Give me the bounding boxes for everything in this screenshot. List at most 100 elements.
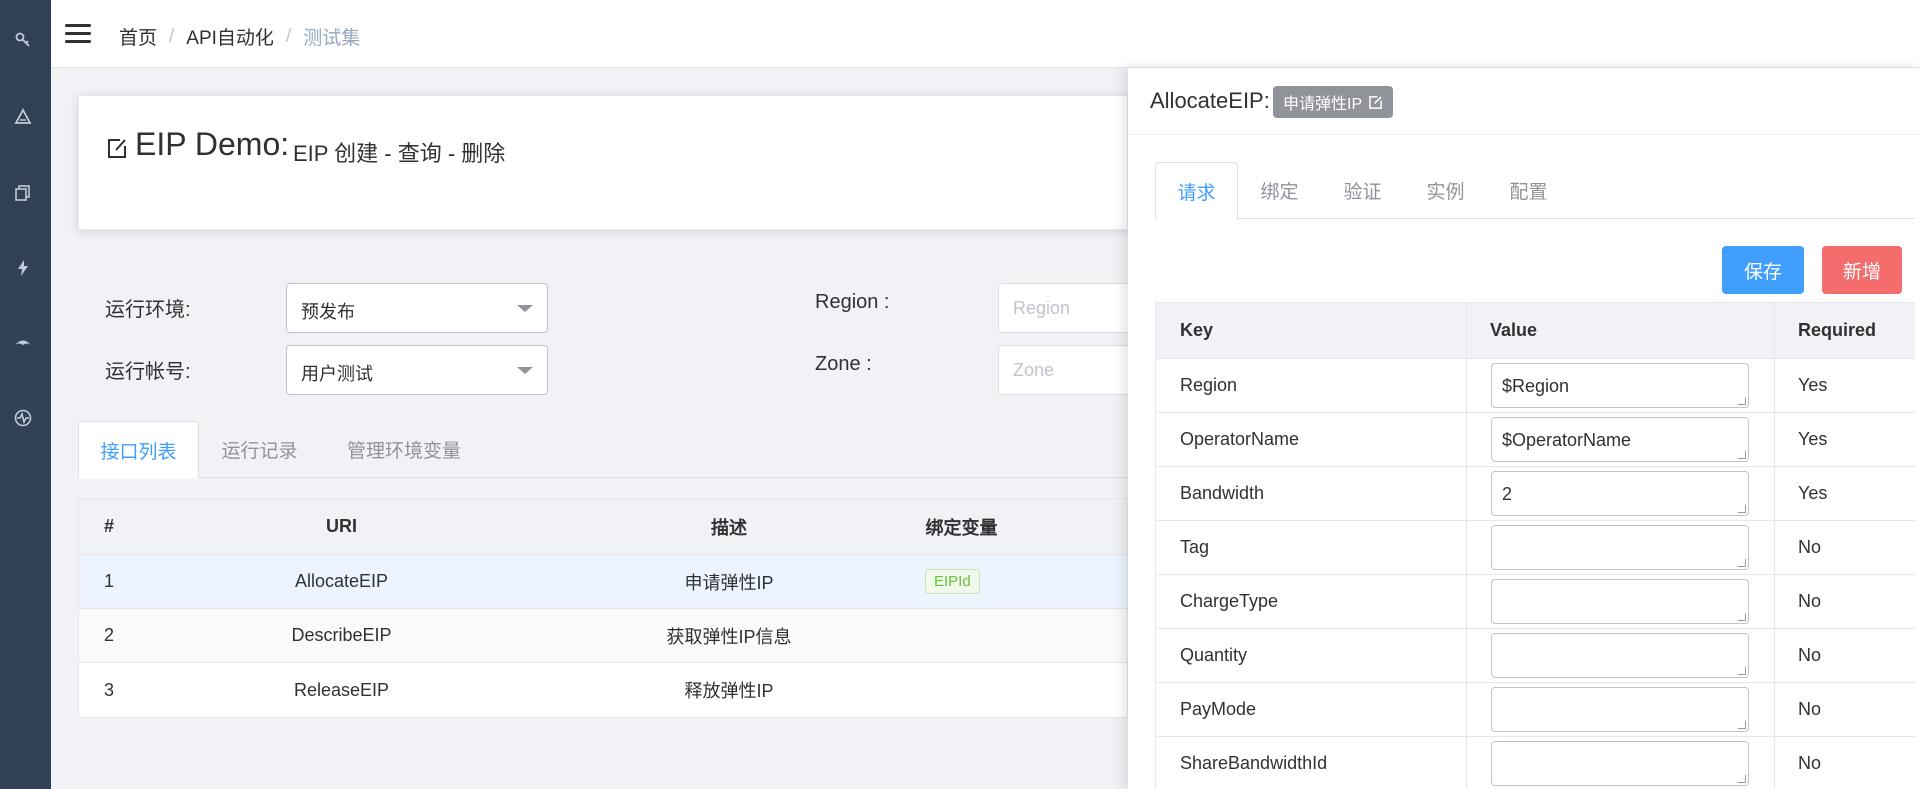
drawer-badge[interactable]: 申请弹性IP <box>1273 86 1394 118</box>
tab-run-records[interactable]: 运行记录 <box>199 421 320 478</box>
lightning-icon[interactable] <box>13 258 33 278</box>
row-uri: DescribeEIP <box>291 625 392 645</box>
row-desc: 申请弹性IP <box>684 572 774 593</box>
env-label: 运行环境: <box>105 299 191 321</box>
column-header-var: 绑定变量 <box>925 517 998 538</box>
param-value-input[interactable] <box>1491 741 1749 786</box>
tab-validation[interactable]: 验证 <box>1321 162 1404 219</box>
param-value-input[interactable] <box>1491 579 1749 624</box>
chevron-down-icon <box>517 305 533 312</box>
column-header-value: Value <box>1490 320 1538 340</box>
breadcrumb-separator: / <box>169 25 175 47</box>
table-row[interactable]: 1 AllocateEIP 申请弹性IP EIPId <box>79 555 1127 609</box>
account-select[interactable]: 用户测试 <box>286 345 548 395</box>
breadcrumb-separator: / <box>285 25 292 47</box>
var-tag: EIPId <box>925 569 980 594</box>
param-key: PayMode <box>1180 699 1257 719</box>
zone-label: Zone : <box>815 353 872 375</box>
param-value: 2 <box>1502 484 1513 504</box>
key-icon[interactable] <box>13 30 33 50</box>
param-value-input[interactable]: 2 <box>1491 471 1749 516</box>
drawer-divider <box>1128 134 1920 135</box>
tab-instance[interactable]: 实例 <box>1404 162 1487 219</box>
drawer-badge-label: 申请弹性IP <box>1283 96 1363 113</box>
param-row: ShareBandwidthId No <box>1156 737 1915 789</box>
param-value-input[interactable]: $Region <box>1491 363 1749 408</box>
row-desc: 释放弹性IP <box>684 681 774 701</box>
title-card: EIP Demo: EIP 创建 - 查询 - 删除 <box>78 95 1128 230</box>
drawer-title: AllocateEIP: <box>1150 88 1270 113</box>
param-key: ChargeType <box>1180 591 1279 611</box>
zone-placeholder: Zone <box>1013 360 1055 380</box>
params-header-row: Key Value Required <box>1156 303 1915 359</box>
breadcrumb: 首页 / API自动化 / 测试集 <box>119 23 360 50</box>
pulse-icon[interactable] <box>13 408 33 428</box>
hamburger-menu-icon[interactable] <box>65 24 91 44</box>
zone-input[interactable]: Zone <box>998 345 1128 395</box>
breadcrumb-api-automation[interactable]: API自动化 <box>186 23 274 50</box>
drawer-tabs: 请求 绑定 验证 实例 配置 <box>1155 162 1915 220</box>
param-key: ShareBandwidthId <box>1180 753 1328 773</box>
param-key: Tag <box>1180 537 1210 557</box>
param-row: ChargeType No <box>1156 575 1915 629</box>
table-row[interactable]: 2 DescribeEIP 获取弹性IP信息 <box>79 609 1127 663</box>
table-header-row: # URI 描述 绑定变量 <box>79 499 1127 555</box>
chevron-down-icon <box>517 367 533 374</box>
params-table: Key Value Required Region $Region Yes Op… <box>1155 302 1915 789</box>
row-desc: 获取弹性IP信息 <box>666 626 792 647</box>
edit-icon[interactable] <box>106 137 128 159</box>
breadcrumb-home[interactable]: 首页 <box>119 23 157 50</box>
param-key: OperatorName <box>1180 429 1300 449</box>
triangle-icon[interactable] <box>13 107 33 127</box>
param-required: No <box>1798 537 1822 557</box>
param-required: Yes <box>1798 375 1828 395</box>
tab-request[interactable]: 请求 <box>1155 162 1238 220</box>
param-value-input[interactable] <box>1491 633 1749 678</box>
account-select-value: 用户测试 <box>301 364 373 384</box>
param-row: Bandwidth 2 Yes <box>1156 467 1915 521</box>
param-required: No <box>1798 591 1822 611</box>
param-value-input[interactable] <box>1491 687 1749 732</box>
param-row: Tag No <box>1156 521 1915 575</box>
env-select[interactable]: 预发布 <box>286 283 548 333</box>
param-row: Quantity No <box>1156 629 1915 683</box>
param-required: No <box>1798 753 1822 773</box>
add-button[interactable]: 新增 <box>1822 246 1902 294</box>
breadcrumb-current: 测试集 <box>303 28 361 49</box>
region-placeholder: Region <box>1013 298 1071 318</box>
column-header-desc: 描述 <box>711 517 747 538</box>
copy-icon[interactable] <box>13 183 33 203</box>
sidebar-rail <box>0 0 51 789</box>
column-header-uri: URI <box>326 516 357 536</box>
tab-binding[interactable]: 绑定 <box>1238 162 1321 219</box>
param-required: No <box>1798 699 1822 719</box>
save-button[interactable]: 保存 <box>1722 246 1804 294</box>
row-uri: AllocateEIP <box>294 571 389 591</box>
account-label: 运行帐号: <box>105 361 191 383</box>
param-required: No <box>1798 645 1822 665</box>
param-row: PayMode No <box>1156 683 1915 737</box>
tab-config[interactable]: 配置 <box>1487 162 1570 219</box>
tab-env-vars[interactable]: 管理环境变量 <box>324 421 484 478</box>
column-header-key: Key <box>1180 320 1214 340</box>
param-value: $OperatorName <box>1502 430 1632 450</box>
region-input[interactable]: Region <box>998 283 1128 333</box>
param-value-input[interactable] <box>1491 525 1749 570</box>
page-subtitle: EIP 创建 - 查询 - 删除 <box>293 141 506 166</box>
param-key: Bandwidth <box>1180 483 1265 503</box>
request-drawer: AllocateEIP: 申请弹性IP 请求 绑定 验证 实例 配置 保存 新增… <box>1128 68 1920 789</box>
row-uri: ReleaseEIP <box>293 679 390 700</box>
row-var: EIPId <box>925 555 980 608</box>
table-row[interactable]: 3 ReleaseEIP 释放弹性IP <box>79 663 1127 717</box>
param-required: Yes <box>1798 429 1828 449</box>
column-header-required: Required <box>1798 320 1877 340</box>
env-select-value: 预发布 <box>301 302 355 322</box>
umbrella-icon[interactable] <box>13 333 33 353</box>
param-row: Region $Region Yes <box>1156 359 1915 413</box>
param-key: Region <box>1180 375 1238 395</box>
tab-api-list[interactable]: 接口列表 <box>78 421 199 479</box>
param-required: Yes <box>1798 483 1828 503</box>
edit-icon <box>1369 95 1382 109</box>
param-value-input[interactable]: $OperatorName <box>1491 417 1749 462</box>
param-key: Quantity <box>1180 645 1248 665</box>
